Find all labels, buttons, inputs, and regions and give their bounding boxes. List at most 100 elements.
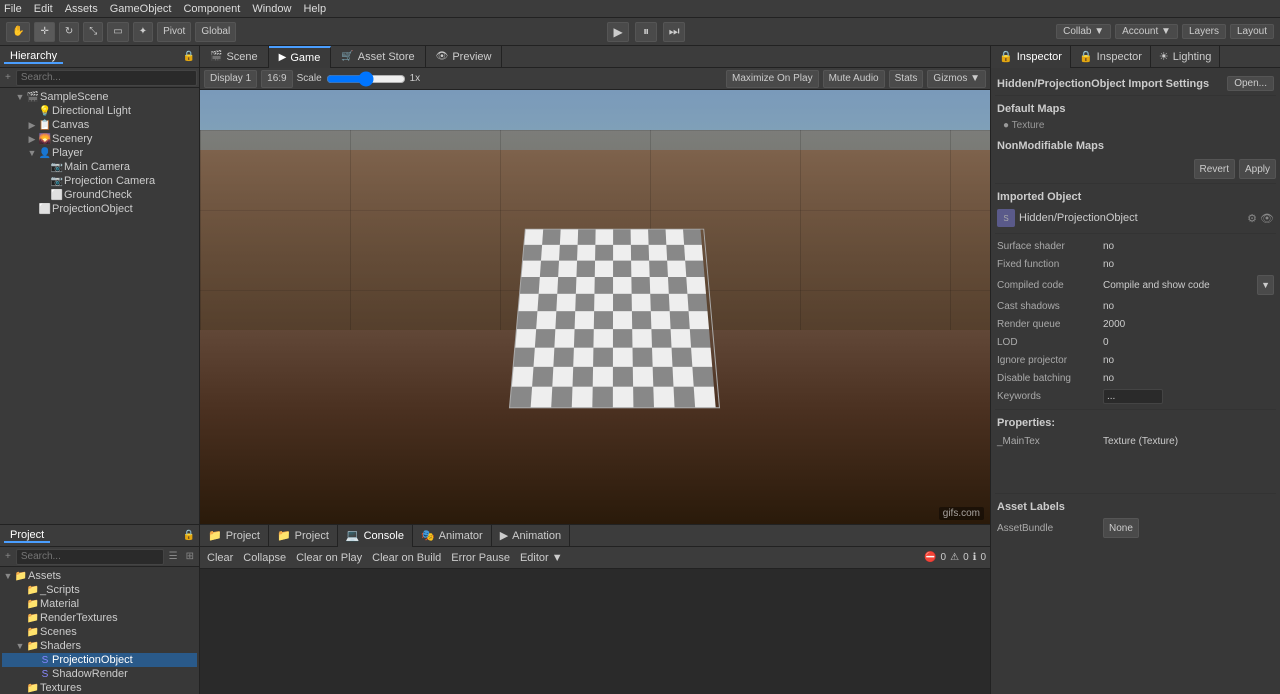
shaders-folder[interactable]: ▼ 📁 Shaders — [2, 639, 197, 653]
lighting-tab[interactable]: ☀ Lighting — [1151, 46, 1220, 68]
menu-assets[interactable]: Assets — [65, 3, 98, 15]
pause-button[interactable]: ⏸ — [635, 22, 657, 42]
rendertex-folder[interactable]: 📁 RenderTextures — [2, 611, 197, 625]
checker-cell — [519, 294, 539, 311]
arrow-icon: ▼ — [2, 571, 14, 581]
hierarchy-lock-icon[interactable]: 🔒 — [183, 51, 195, 62]
rotate-tool-btn[interactable]: ↻ — [59, 22, 79, 42]
tree-item-player[interactable]: ▼ 👤 Player — [2, 146, 197, 160]
global-btn[interactable]: Global — [195, 22, 236, 42]
compiled-code-btn[interactable]: ▼ — [1257, 275, 1274, 295]
obj-settings-btn[interactable]: ⚙ — [1247, 212, 1257, 225]
proj-label: Project — [226, 530, 260, 542]
project-tab[interactable]: Project — [4, 529, 50, 543]
hierarchy-add-btn[interactable]: + — [2, 72, 14, 83]
clear-btn[interactable]: Clear — [204, 552, 236, 564]
collapse-btn[interactable]: Collapse — [240, 552, 289, 564]
keywords-input[interactable] — [1103, 389, 1163, 404]
editor-dropdown-btn[interactable]: Editor ▼ — [517, 552, 566, 564]
obj-view-btn[interactable]: 👁 — [1260, 212, 1274, 225]
pivot-btn[interactable]: Pivot — [157, 22, 191, 42]
lod-row: LOD 0 — [995, 333, 1276, 351]
checker-cell — [651, 311, 671, 329]
menu-help[interactable]: Help — [303, 3, 326, 15]
inspector-tab-1[interactable]: 🔒 Inspector — [991, 46, 1071, 68]
layers-btn[interactable]: Layers — [1182, 24, 1226, 39]
revert-btn[interactable]: Revert — [1194, 159, 1235, 179]
cast-shadows-label: Cast shadows — [997, 301, 1097, 312]
clear-on-play-btn[interactable]: Clear on Play — [293, 552, 365, 564]
textures-folder[interactable]: 📁 Textures — [2, 681, 197, 694]
inspector-tab-2[interactable]: 🔒 Inspector — [1071, 46, 1151, 68]
custom-tool-btn[interactable]: ✦ — [133, 22, 153, 42]
scenes-folder[interactable]: 📁 Scenes — [2, 625, 197, 639]
divider3 — [995, 409, 1276, 410]
tree-item-samplescene[interactable]: ▼ 🎬 SampleScene — [2, 90, 197, 104]
tree-item-projcam[interactable]: 📷 Projection Camera — [2, 174, 197, 188]
menu-gameobject[interactable]: GameObject — [110, 3, 172, 15]
hand-tool-btn[interactable]: ✋ — [6, 22, 30, 42]
scale-slider[interactable] — [326, 71, 406, 87]
folder-icon: 📁 — [26, 599, 40, 610]
checker-cell — [510, 387, 532, 408]
step-button[interactable]: ⏭ — [663, 22, 685, 42]
menu-window[interactable]: Window — [252, 3, 291, 15]
hierarchy-tab[interactable]: Hierarchy — [4, 50, 63, 64]
menu-file[interactable]: File — [4, 3, 22, 15]
shadowrender-shader[interactable]: S ShadowRender — [2, 667, 197, 681]
menu-component[interactable]: Component — [183, 3, 240, 15]
project2-bottom-tab[interactable]: 📁 Project — [269, 525, 338, 547]
scripts-folder[interactable]: 📁 _Scripts — [2, 583, 197, 597]
tree-item-maincam[interactable]: 📷 Main Camera — [2, 160, 197, 174]
play-button[interactable]: ▶ — [607, 22, 629, 42]
gizmos-btn[interactable]: Gizmos ▼ — [927, 70, 986, 88]
checker-cell — [633, 387, 654, 408]
open-btn[interactable]: Open... — [1227, 76, 1274, 91]
apply-btn[interactable]: Apply — [1239, 159, 1276, 179]
stats-btn[interactable]: Stats — [889, 70, 924, 88]
error-pause-btn[interactable]: Error Pause — [448, 552, 513, 564]
maximize-btn[interactable]: Maximize On Play — [726, 70, 819, 88]
filter-btn[interactable]: ☰ — [166, 551, 181, 562]
tree-item-dirlight[interactable]: 💡 Directional Light — [2, 104, 197, 118]
display-btn[interactable]: Display 1 — [204, 70, 257, 88]
assets-folder[interactable]: ▼ 📁 Assets — [2, 569, 197, 583]
asset-bundle-btn[interactable]: None — [1103, 518, 1139, 538]
checker-cell — [524, 229, 543, 244]
size-btn[interactable]: ⊞ — [183, 551, 197, 562]
scene-tab[interactable]: 🎬 Scene — [200, 46, 269, 68]
project-search[interactable] — [16, 549, 164, 565]
asset-store-tab[interactable]: 🛒 Asset Store — [331, 46, 425, 68]
material-folder[interactable]: 📁 Material — [2, 597, 197, 611]
tree-item-scenery[interactable]: ▶ 🌄 Scenery — [2, 132, 197, 146]
checker-cell — [515, 329, 536, 348]
mute-btn[interactable]: Mute Audio — [823, 70, 885, 88]
project-lock[interactable]: 🔒 — [183, 530, 195, 541]
account-btn[interactable]: Account ▼ — [1115, 24, 1178, 39]
checker-cell — [514, 348, 535, 367]
hierarchy-search[interactable] — [16, 70, 197, 86]
rect-tool-btn[interactable]: ▭ — [107, 22, 128, 42]
tree-item-projobj[interactable]: ⬜ ProjectionObject — [2, 202, 197, 216]
console-bottom-tab[interactable]: 💻 Console — [338, 525, 413, 547]
collab-btn[interactable]: Collab ▼ — [1056, 24, 1111, 39]
checker-cell — [613, 367, 633, 387]
animator-bottom-tab[interactable]: 🎭 Animator — [413, 525, 492, 547]
clear-on-build-btn[interactable]: Clear on Build — [369, 552, 444, 564]
toolbar: ✋ ✛ ↻ ⤡ ▭ ✦ Pivot Global ▶ ⏸ ⏭ Collab ▼ … — [0, 18, 1280, 46]
proj2-label: Project — [295, 530, 329, 542]
project-add-btn[interactable]: + — [2, 551, 14, 562]
tree-item-groundcheck[interactable]: ⬜ GroundCheck — [2, 188, 197, 202]
scale-tool-btn[interactable]: ⤡ — [83, 22, 103, 42]
move-tool-btn[interactable]: ✛ — [34, 22, 54, 42]
inspector-tab-label: Inspector — [1017, 51, 1062, 63]
layout-btn[interactable]: Layout — [1230, 24, 1274, 39]
tree-item-canvas[interactable]: ▶ 📋 Canvas — [2, 118, 197, 132]
aspect-btn[interactable]: 16:9 — [261, 70, 292, 88]
animation-bottom-tab[interactable]: ▶ Animation — [492, 525, 570, 547]
project-bottom-tab[interactable]: 📁 Project — [200, 525, 269, 547]
menu-edit[interactable]: Edit — [34, 3, 53, 15]
game-tab[interactable]: ▶ Game — [269, 46, 332, 68]
preview-tab[interactable]: 👁 Preview — [426, 46, 503, 68]
projobj-shader[interactable]: S ProjectionObject — [2, 653, 197, 667]
